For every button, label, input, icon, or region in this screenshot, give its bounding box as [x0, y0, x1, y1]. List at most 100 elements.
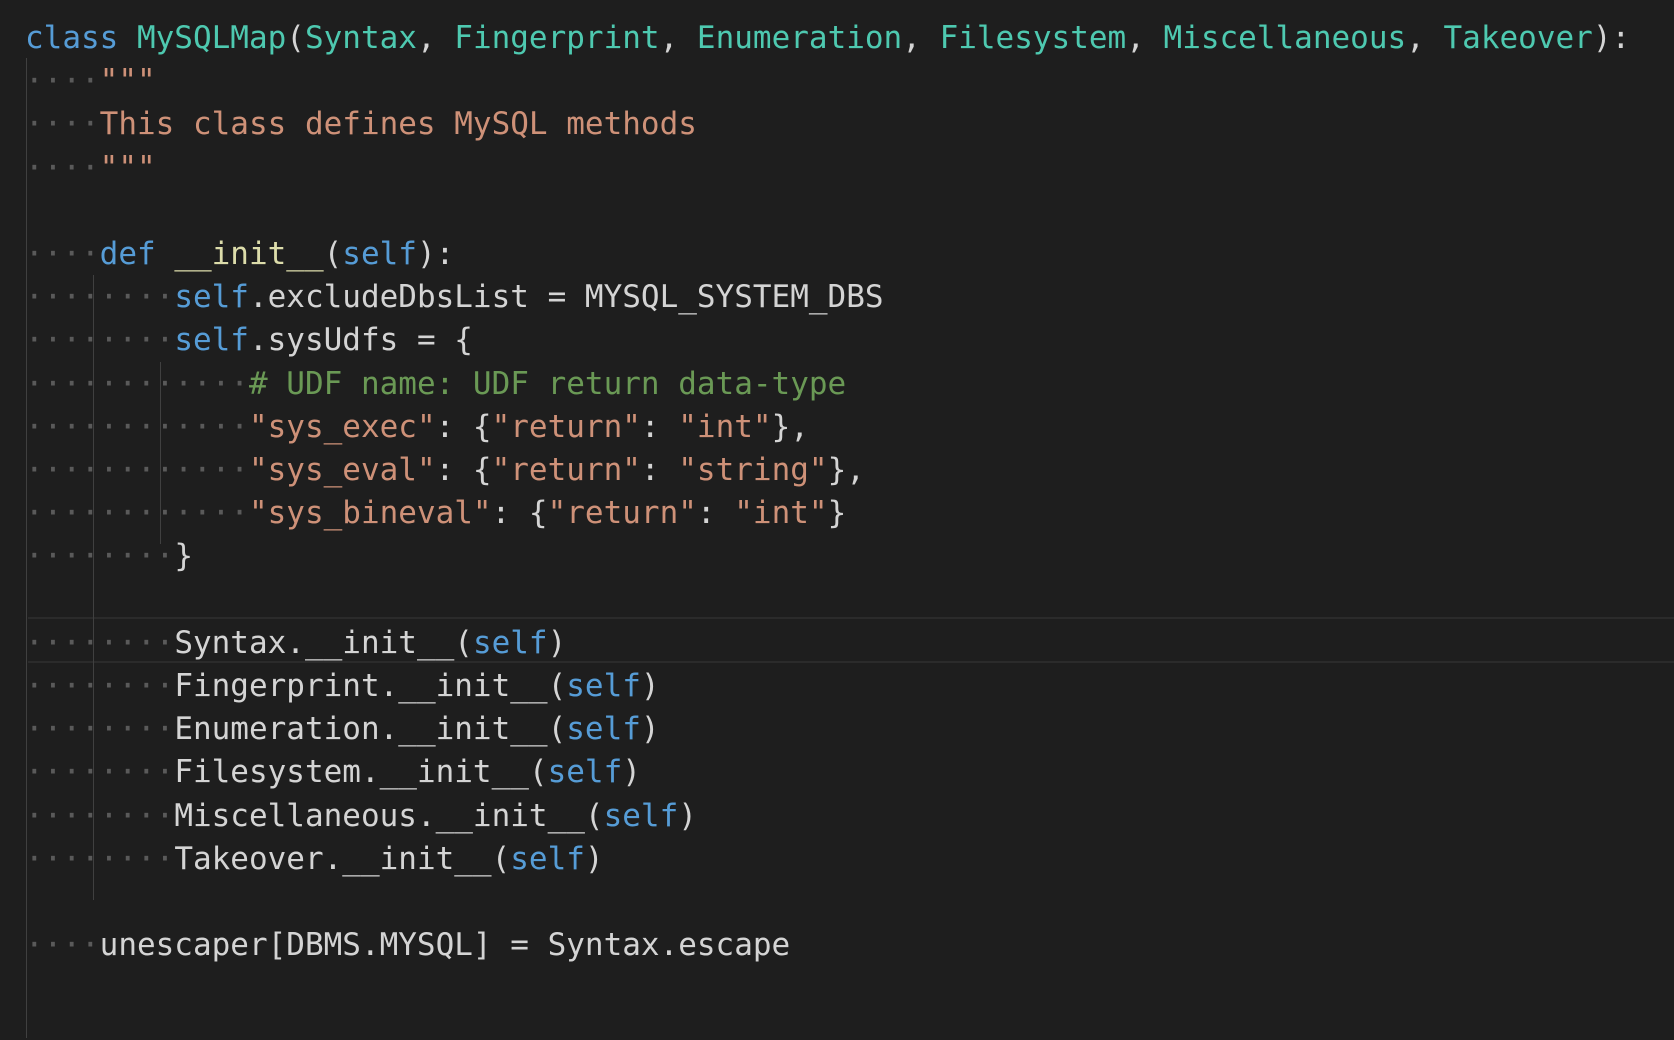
- code-line[interactable]: ····""": [25, 145, 156, 191]
- code-line[interactable]: ········Syntax.__init__(self): [25, 620, 566, 666]
- code-token: __init__: [174, 236, 324, 272]
- code-token: Fingerprint.__init__(: [174, 668, 567, 704]
- code-token: class: [25, 20, 137, 56]
- code-token: ): [640, 668, 660, 704]
- code-token: Filesystem: [939, 20, 1127, 56]
- code-token: self: [342, 236, 417, 272]
- code-token: Miscellaneous: [1163, 20, 1407, 56]
- code-editor[interactable]: class MySQLMap(Syntax, Fingerprint, Enum…: [0, 0, 1674, 1040]
- code-line[interactable]: ············"sys_eval": {"return": "stri…: [25, 447, 865, 493]
- code-token: ):: [1592, 20, 1631, 56]
- whitespace-marker: ············: [25, 408, 249, 445]
- code-token: ,: [416, 20, 455, 56]
- whitespace-marker: ········: [25, 797, 175, 834]
- code-token: ): [622, 754, 641, 791]
- code-token: },: [827, 452, 865, 488]
- code-token: # UDF name: UDF return data-type: [248, 365, 847, 402]
- code-token: :: [640, 408, 679, 445]
- code-line[interactable]: ········Takeover.__init__(self): [25, 836, 604, 882]
- code-line[interactable]: ············"sys_exec": {"return": "int"…: [25, 404, 809, 450]
- code-token: ,: [1126, 20, 1164, 56]
- whitespace-marker: ········: [25, 711, 175, 748]
- whitespace-marker: ············: [25, 365, 249, 402]
- code-token: ): [678, 797, 697, 834]
- whitespace-marker: ····: [25, 106, 100, 143]
- whitespace-marker: ····: [25, 927, 100, 964]
- code-token: Syntax: [304, 20, 417, 56]
- whitespace-marker: ········: [25, 754, 175, 791]
- code-token: self: [174, 279, 249, 316]
- whitespace-marker: ····: [25, 63, 100, 100]
- code-token: def: [99, 236, 175, 272]
- whitespace-marker: ········: [25, 538, 175, 575]
- code-line[interactable]: ········Enumeration.__init__(self): [25, 706, 660, 752]
- code-token: (: [323, 236, 343, 272]
- code-token: : {: [435, 452, 492, 488]
- code-token: self: [510, 840, 585, 877]
- code-token: "string": [678, 452, 828, 488]
- code-line[interactable]: ····This class defines MySQL methods: [25, 101, 697, 147]
- code-token: "sys_bineval": [248, 495, 492, 532]
- code-line[interactable]: ····""": [25, 58, 156, 104]
- code-line[interactable]: ············"sys_bineval": {"return": "i…: [25, 490, 846, 536]
- code-token: ,: [1406, 20, 1444, 56]
- code-line[interactable]: ········self.excludeDbsList = MYSQL_SYST…: [25, 274, 884, 320]
- code-token: unescaper[DBMS.MYSQL] = Syntax.escape: [99, 927, 791, 964]
- code-token: : {: [491, 495, 548, 532]
- code-token: This class defines MySQL methods: [99, 106, 697, 143]
- code-token: self: [174, 322, 249, 359]
- whitespace-marker: ····: [25, 149, 100, 186]
- code-token: .sysUdfs = {: [248, 322, 473, 359]
- code-token: }: [827, 495, 847, 532]
- code-token: self: [566, 668, 641, 704]
- whitespace-marker: ········: [25, 624, 175, 661]
- code-token: : {: [435, 408, 492, 445]
- code-token: "sys_eval": [248, 452, 436, 488]
- code-token: ):: [416, 236, 455, 272]
- code-token: ): [584, 840, 604, 877]
- code-token: Fingerprint: [454, 20, 660, 56]
- code-token: }: [174, 538, 193, 575]
- code-token: """: [99, 149, 156, 186]
- whitespace-marker: ············: [25, 495, 249, 532]
- code-token: },: [771, 408, 809, 445]
- code-line[interactable]: ····def __init__(self):: [25, 231, 454, 277]
- code-line[interactable]: ········Miscellaneous.__init__(self): [25, 793, 697, 839]
- whitespace-marker: ········: [25, 322, 175, 359]
- code-token: self: [603, 797, 679, 834]
- code-token: :: [696, 495, 735, 532]
- code-token: "int": [734, 495, 828, 532]
- code-token: Enumeration.__init__(: [174, 711, 567, 748]
- code-token: "return": [491, 452, 641, 488]
- code-token: ,: [902, 20, 940, 56]
- code-token: ): [547, 624, 567, 661]
- code-token: "return": [547, 495, 697, 532]
- code-token: .excludeDbsList = MYSQL_SYSTEM_DBS: [248, 279, 884, 316]
- code-token: "sys_exec": [248, 408, 436, 445]
- code-line[interactable]: ········Filesystem.__init__(self): [25, 749, 641, 795]
- code-token: MySQLMap: [136, 20, 287, 56]
- code-token: (: [286, 20, 305, 56]
- code-token: Takeover.__init__(: [174, 840, 511, 877]
- code-line[interactable]: ········}: [25, 533, 193, 579]
- whitespace-marker: ············: [25, 452, 249, 488]
- whitespace-marker: ········: [25, 279, 175, 316]
- code-token: self: [547, 754, 623, 791]
- code-line[interactable]: ········Fingerprint.__init__(self): [25, 663, 660, 709]
- code-line[interactable]: class MySQLMap(Syntax, Fingerprint, Enum…: [25, 15, 1630, 61]
- whitespace-marker: ········: [25, 668, 175, 704]
- code-token: Takeover: [1443, 20, 1593, 56]
- code-token: Miscellaneous.__init__(: [174, 797, 604, 834]
- code-token: ): [640, 711, 660, 748]
- code-line[interactable]: ········self.sysUdfs = {: [25, 317, 473, 363]
- whitespace-marker: ········: [25, 840, 175, 877]
- code-token: self: [472, 624, 548, 661]
- code-token: "return": [491, 408, 641, 445]
- code-line[interactable]: ····unescaper[DBMS.MYSQL] = Syntax.escap…: [25, 922, 790, 968]
- code-token: Filesystem.__init__(: [174, 754, 548, 791]
- code-token: Syntax.__init__(: [174, 624, 473, 661]
- code-token: Enumeration: [696, 20, 903, 56]
- code-token: :: [640, 452, 679, 488]
- code-token: self: [566, 711, 641, 748]
- code-line[interactable]: ············# UDF name: UDF return data-…: [25, 361, 846, 407]
